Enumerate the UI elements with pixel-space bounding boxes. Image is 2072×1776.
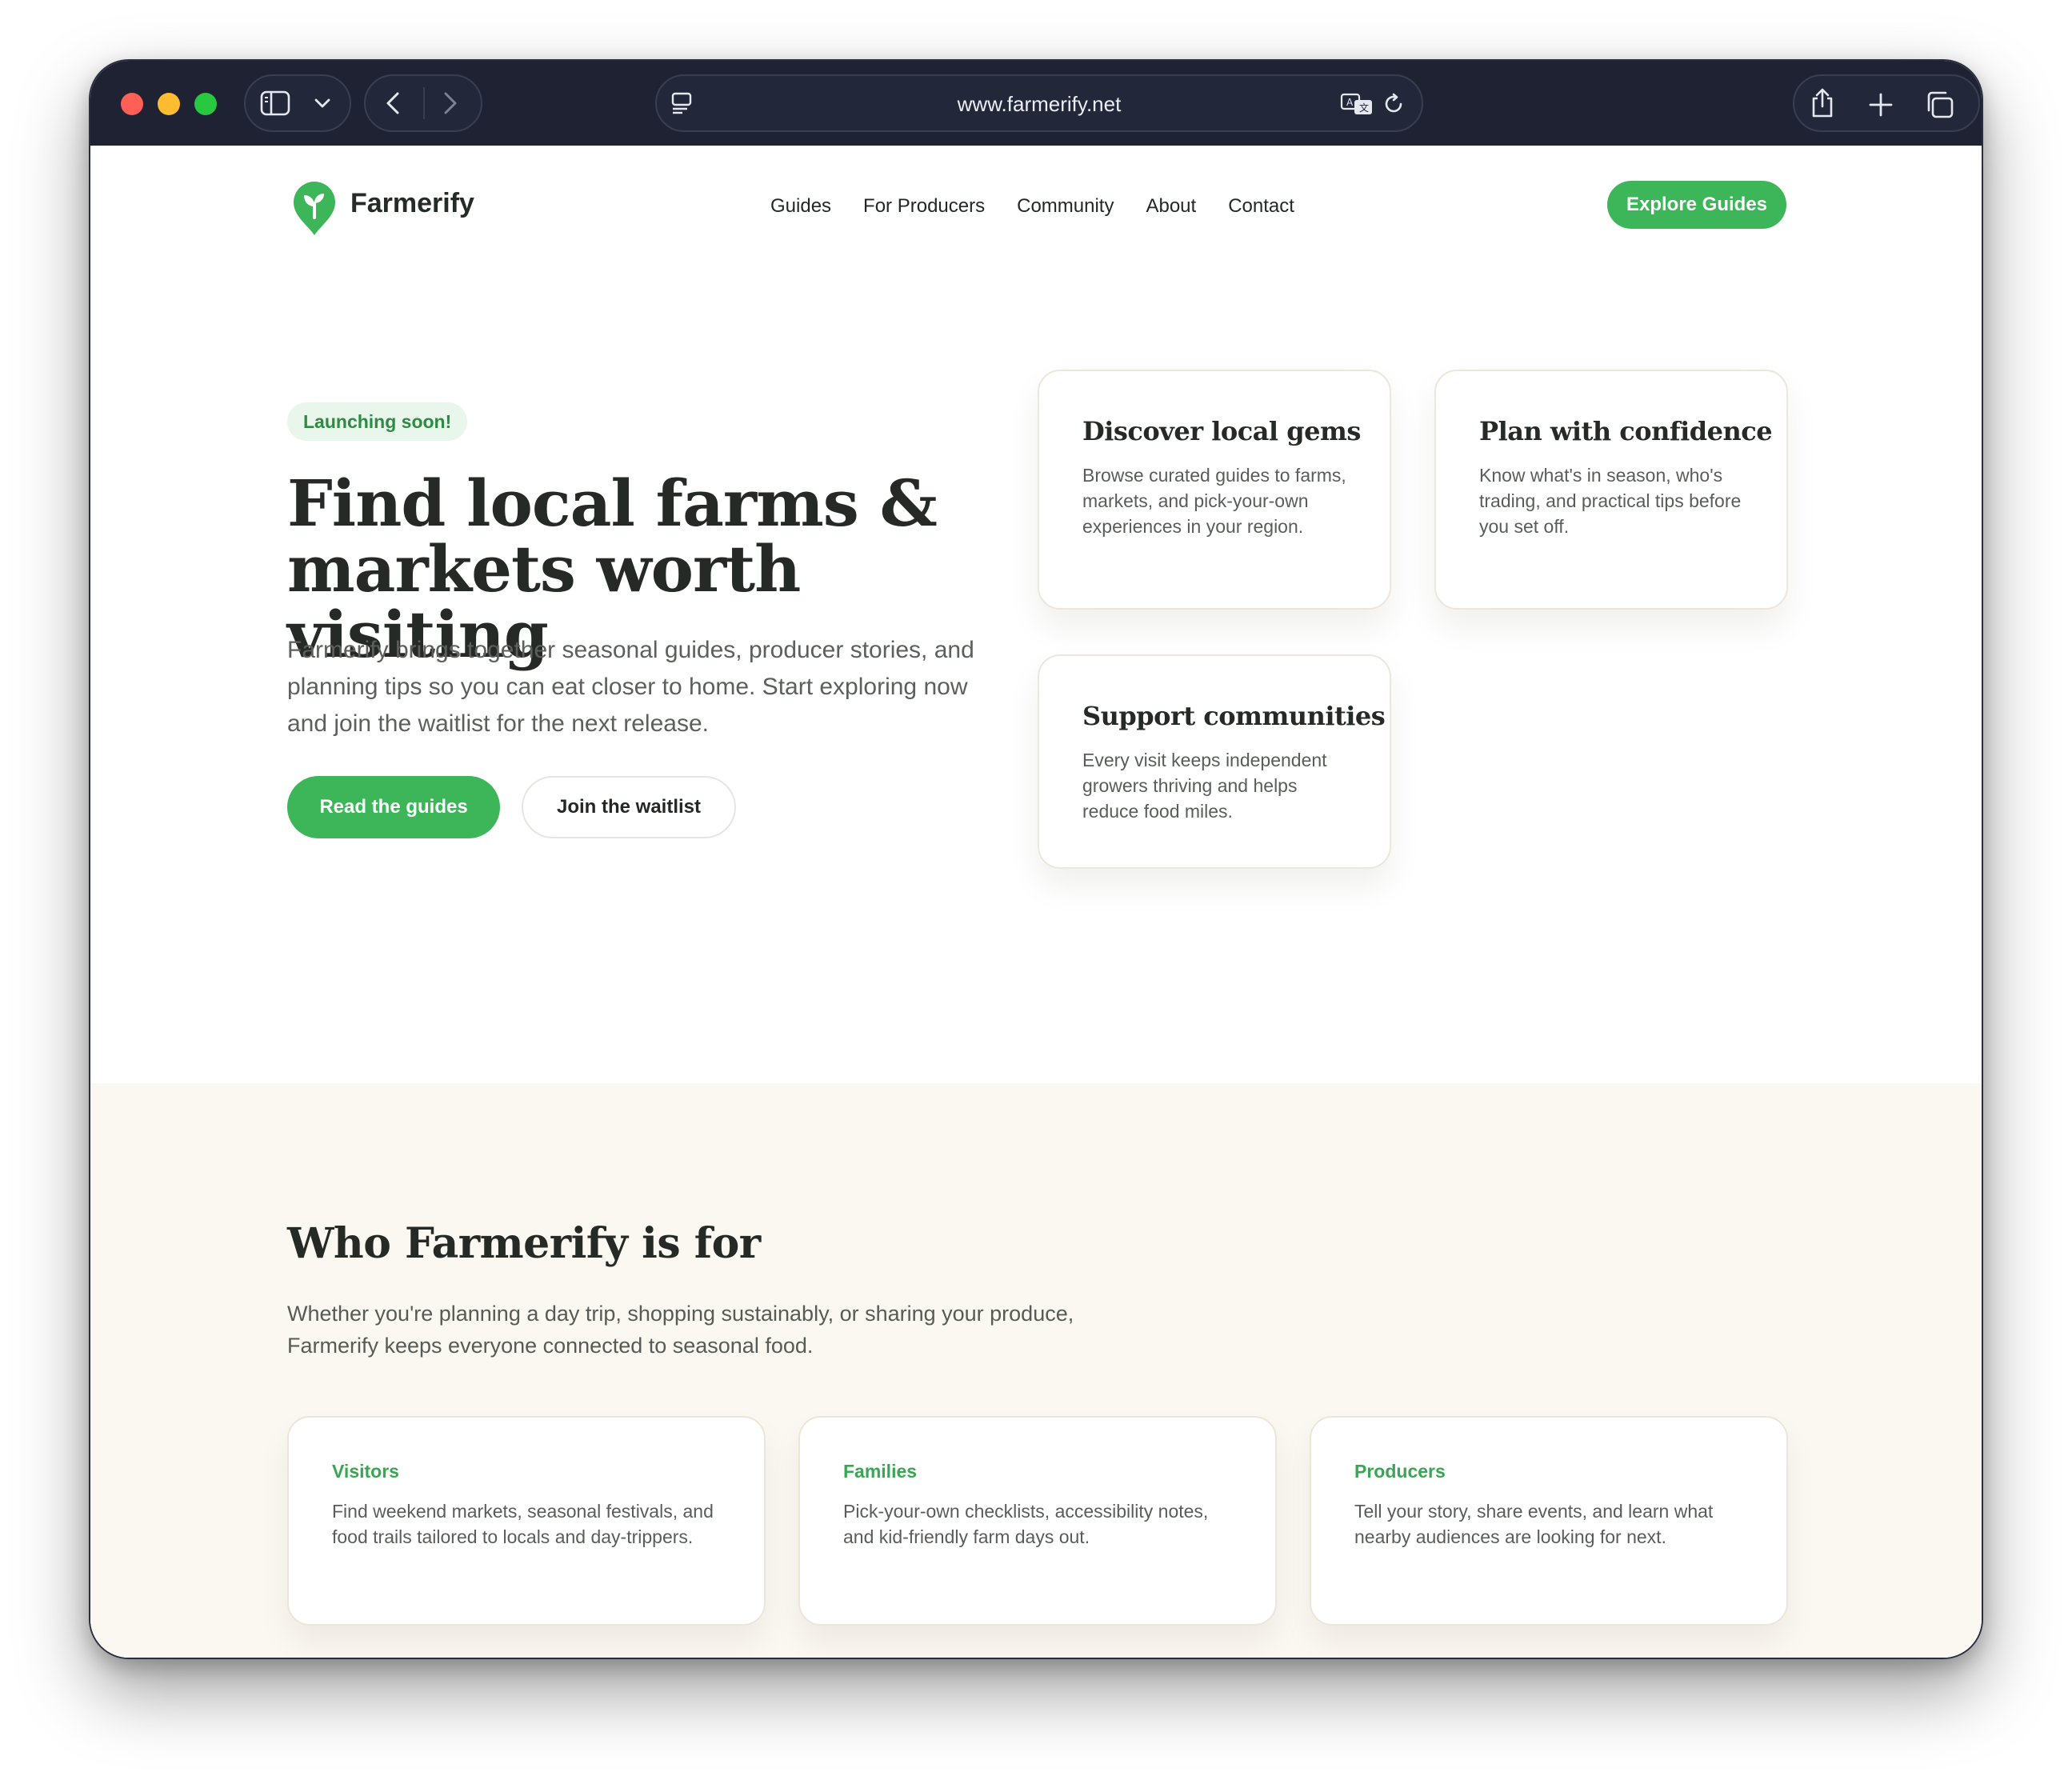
nav-link-for-producers[interactable]: For Producers: [863, 195, 985, 218]
audience-section: Who Farmerify is for Whether you're plan…: [90, 1083, 1982, 1658]
nav-divider: [423, 87, 425, 119]
launch-badge: Launching soon!: [287, 402, 468, 441]
hero-description: Farmerify brings together seasonal guide…: [287, 637, 974, 737]
feature-card-support: Support communities Every visit keeps in…: [1038, 654, 1391, 869]
feature-card-title: Plan with confidence: [1479, 416, 1773, 446]
audience-card-text: Pick-your-own checklists, accessibility …: [843, 1501, 1209, 1547]
main-nav: Guides For Producers Community About Con…: [770, 195, 1294, 218]
audience-card-visitors: Visitors Find weekend markets, seasonal …: [287, 1416, 766, 1626]
close-window-button[interactable]: [121, 93, 143, 115]
audience-card-producers: Producers Tell your story, share events,…: [1310, 1416, 1788, 1626]
brand-name[interactable]: Farmerify: [350, 188, 474, 219]
sidebar-icon[interactable]: [260, 90, 290, 116]
read-guides-button[interactable]: Read the guides: [287, 776, 500, 838]
back-icon[interactable]: [383, 90, 402, 116]
audience-card-title: Families: [843, 1461, 918, 1482]
feature-card-plan: Plan with confidence Know what's in seas…: [1434, 370, 1788, 610]
window-actions-group: [1793, 74, 1980, 132]
nav-link-contact[interactable]: Contact: [1228, 195, 1294, 218]
svg-text:A: A: [1346, 97, 1354, 108]
audience-card-title: Visitors: [332, 1461, 399, 1482]
address-bar[interactable]: www.farmerify.net A文: [655, 74, 1423, 132]
feature-card-title: Discover local gems: [1082, 416, 1361, 446]
page-content: Farmerify Guides For Producers Community…: [90, 146, 1982, 1658]
audience-card-text: Find weekend markets, seasonal festivals…: [332, 1501, 714, 1547]
chevron-down-icon[interactable]: [313, 97, 332, 110]
tabs-icon[interactable]: [1924, 90, 1954, 119]
zoom-window-button[interactable]: [194, 93, 217, 115]
feature-card-text: Know what's in season, who's trading, an…: [1479, 465, 1742, 537]
history-nav-group: [364, 74, 482, 132]
forward-icon[interactable]: [441, 90, 460, 116]
explore-guides-button[interactable]: Explore Guides: [1607, 181, 1786, 229]
sprout-logo-icon[interactable]: [292, 181, 337, 241]
feature-card-discover: Discover local gems Browse curated guide…: [1038, 370, 1391, 610]
feature-card-text: Browse curated guides to farms, markets,…: [1082, 465, 1346, 537]
minimize-window-button[interactable]: [158, 93, 180, 115]
join-waitlist-button[interactable]: Join the waitlist: [522, 776, 736, 838]
audience-card-families: Families Pick-your-own checklists, acces…: [798, 1416, 1277, 1626]
site-header: Farmerify Guides For Producers Community…: [90, 146, 1982, 266]
nav-link-community[interactable]: Community: [1017, 195, 1114, 218]
audience-card-title: Producers: [1354, 1461, 1446, 1482]
url-text[interactable]: www.farmerify.net: [657, 92, 1422, 117]
nav-link-guides[interactable]: Guides: [770, 195, 831, 218]
sidebar-toggle-group: [244, 74, 351, 132]
browser-toolbar: www.farmerify.net A文: [90, 61, 1982, 146]
feature-card-text: Every visit keeps independent growers th…: [1082, 750, 1327, 822]
svg-text:文: 文: [1359, 102, 1369, 114]
audience-title: Who Farmerify is for: [287, 1219, 761, 1268]
feature-card-title: Support communities: [1082, 701, 1386, 731]
translate-icon[interactable]: A文: [1340, 92, 1374, 116]
browser-window: www.farmerify.net A文 Farmerify Guides Fo…: [89, 59, 1983, 1659]
new-tab-icon[interactable]: [1868, 92, 1894, 118]
nav-link-about[interactable]: About: [1146, 195, 1196, 218]
reload-icon[interactable]: [1382, 92, 1406, 116]
audience-description: Whether you're planning a day trip, shop…: [287, 1302, 1074, 1358]
share-icon[interactable]: [1809, 87, 1836, 119]
audience-card-text: Tell your story, share events, and learn…: [1354, 1501, 1714, 1547]
